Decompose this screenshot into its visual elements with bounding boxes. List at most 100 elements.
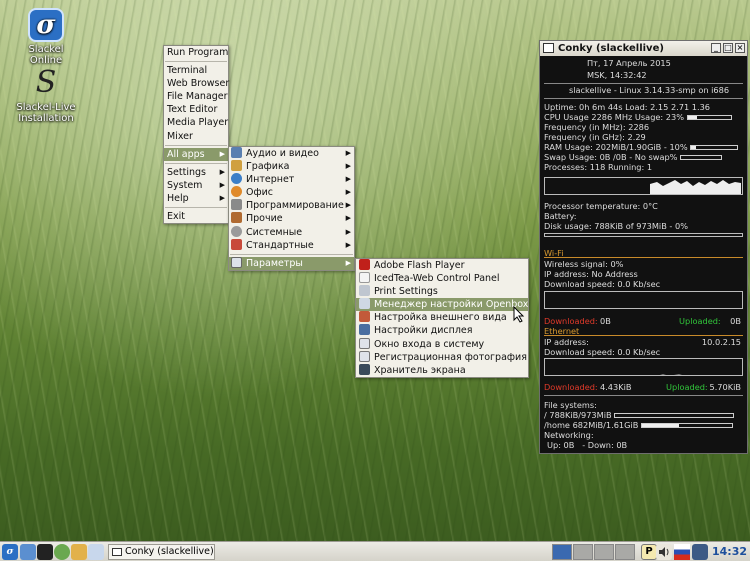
menu-item-openbox-config[interactable]: Менеджер настройки Openbox	[356, 298, 528, 312]
menu-item-label: Хранитель экрана	[374, 364, 466, 376]
menu-item-mixer[interactable]: Mixer	[164, 130, 228, 143]
globe-icon	[231, 173, 242, 185]
window-icon	[543, 43, 554, 53]
submenu-arrow-icon: ▶	[345, 175, 351, 184]
maximize-button[interactable]: □	[723, 43, 733, 53]
task-button-conky[interactable]: Conky (slackellive)	[108, 544, 215, 560]
menu-item-audio-video[interactable]: Аудио и видео ▶	[229, 147, 354, 160]
downloaded-label: Downloaded:	[544, 382, 598, 392]
menu-item-icedtea[interactable]: IcedTea-Web Control Panel	[356, 272, 528, 285]
menu-item-label: Окно входа в систему	[374, 338, 485, 350]
desktop-icon-slackel-online[interactable]: σ Slackel Online	[14, 8, 78, 66]
fs-home-bar	[641, 423, 733, 428]
menu-item-label: Стандартные	[246, 239, 314, 251]
menu-item-help[interactable]: Help ▶	[164, 192, 228, 205]
downloaded-label: Downloaded:	[544, 316, 598, 326]
programming-icon	[231, 199, 242, 211]
menu-item-parameters[interactable]: Параметры ▶	[229, 256, 354, 270]
start-menu-button[interactable]: σ	[2, 544, 18, 560]
photo-icon	[359, 350, 370, 362]
menu-item-label: Графика	[246, 161, 290, 173]
menu-item-label: IcedTea-Web Control Panel	[374, 273, 500, 285]
net-down: - Down: 0B	[582, 440, 628, 450]
ethernet-graph	[544, 358, 743, 376]
workspace-3[interactable]	[594, 544, 614, 560]
net-up: Up: 0B	[547, 440, 575, 450]
close-button[interactable]: ×	[735, 43, 745, 53]
menu-item-text-editor[interactable]: Text Editor	[164, 103, 228, 116]
flash-icon	[359, 259, 370, 270]
menu-item-label: Print Settings	[374, 286, 438, 298]
terminal-icon[interactable]	[37, 544, 53, 560]
menu-item-exit[interactable]: Exit	[164, 210, 228, 223]
eth-ip-label: IP address:	[544, 337, 589, 347]
desktop-icon-label: Slackel-Live Installation	[16, 102, 76, 124]
menu-separator	[165, 61, 227, 63]
appearance-icon	[359, 311, 370, 323]
volume-icon[interactable]	[656, 544, 672, 560]
office-icon	[231, 186, 242, 198]
keyboard-layout-flag-icon[interactable]	[674, 544, 690, 560]
system-gear-icon	[231, 225, 242, 237]
menu-item-settings[interactable]: Settings ▶	[164, 166, 228, 179]
ram-usage-text: RAM Usage: 202MiB/1.90GiB - 10%	[544, 142, 688, 152]
net-summary: Up: 0B - Down: 0B	[547, 440, 743, 450]
ethernet-traffic: Downloaded: 4.43KiB Uploaded: 5.70KiB	[544, 382, 743, 392]
submenu-arrow-icon: ▶	[345, 188, 351, 197]
ram-usage-bar	[690, 145, 739, 150]
menu-item-file-manager[interactable]: File Manager	[164, 90, 228, 103]
text-editor-icon[interactable]	[71, 544, 87, 560]
menu-item-all-apps[interactable]: All apps ▶	[164, 147, 228, 161]
menu-item-system-apps[interactable]: Системные ▶	[229, 225, 354, 239]
file-manager-icon[interactable]	[88, 544, 104, 560]
menu-item-office[interactable]: Офис ▶	[229, 186, 354, 199]
menu-item-system[interactable]: System ▶	[164, 179, 228, 192]
menu-item-label: Системные	[246, 226, 303, 238]
browser-icon[interactable]	[54, 544, 70, 560]
menu-item-web-browser[interactable]: Web Browser	[164, 77, 229, 90]
network-icon[interactable]	[692, 544, 708, 560]
slackel-online-icon: σ	[28, 8, 64, 42]
disk-usage-bar	[544, 233, 743, 237]
submenu-arrow-icon: ▶	[345, 240, 351, 249]
divider	[544, 257, 743, 258]
divider	[544, 335, 743, 336]
taskbar-clock[interactable]: 14:32	[712, 543, 747, 560]
menu-item-run-program[interactable]: Run Program	[164, 46, 228, 59]
conky-battery: Battery:	[544, 211, 577, 221]
menu-item-other[interactable]: Прочие ▶	[229, 212, 354, 225]
cpu-graph	[544, 177, 743, 195]
menu-item-flash-player[interactable]: Adobe Flash Player	[356, 259, 528, 272]
menu-item-label: Регистрационная фотография	[374, 351, 527, 363]
fs-home-text: /home 682MiB/1.61GiB	[544, 420, 639, 430]
menu-item-programming[interactable]: Программирование ▶	[229, 199, 354, 212]
screensaver-icon	[359, 363, 370, 375]
clipboard-icon[interactable]: P	[641, 544, 657, 560]
uploaded-label: Uploaded:	[679, 316, 721, 326]
menu-item-terminal[interactable]: Terminal	[164, 64, 228, 77]
menu-item-label: Settings	[167, 166, 206, 178]
menu-item-display-settings[interactable]: Настройки дисплея	[356, 324, 528, 337]
menu-item-media-player[interactable]: Media Player	[164, 116, 228, 129]
conky-time: MSK, 14:32:42	[587, 70, 647, 80]
mouse-cursor-icon	[513, 306, 525, 323]
show-desktop-icon[interactable]	[20, 544, 36, 560]
menu-item-screensaver[interactable]: Хранитель экрана	[356, 363, 528, 377]
workspace-4[interactable]	[615, 544, 635, 560]
minimize-button[interactable]: _	[711, 43, 721, 53]
desktop-icon-label: Slackel Online	[28, 44, 64, 66]
menu-item-graphics[interactable]: Графика ▶	[229, 160, 354, 173]
menu-item-print-settings[interactable]: Print Settings	[356, 285, 528, 298]
workspace-1[interactable]	[552, 544, 572, 560]
desktop-icon-slackel-install[interactable]: S Slackel-Live Installation	[14, 65, 78, 125]
workspace-pager[interactable]	[552, 544, 635, 560]
menu-item-appearance[interactable]: Настройка внешнего вида	[356, 311, 528, 324]
menu-item-label: Офис	[246, 187, 273, 199]
menu-item-standard[interactable]: Стандартные ▶	[229, 238, 354, 252]
menu-item-login-window[interactable]: Окно входа в систему	[356, 337, 528, 351]
menu-item-internet[interactable]: Интернет ▶	[229, 173, 354, 186]
window-titlebar[interactable]: Conky (slackellive) _ □ ×	[540, 41, 747, 56]
slackel-install-icon: S	[35, 65, 57, 100]
menu-item-user-photo[interactable]: Регистрационная фотография	[356, 350, 528, 364]
workspace-2[interactable]	[573, 544, 593, 560]
